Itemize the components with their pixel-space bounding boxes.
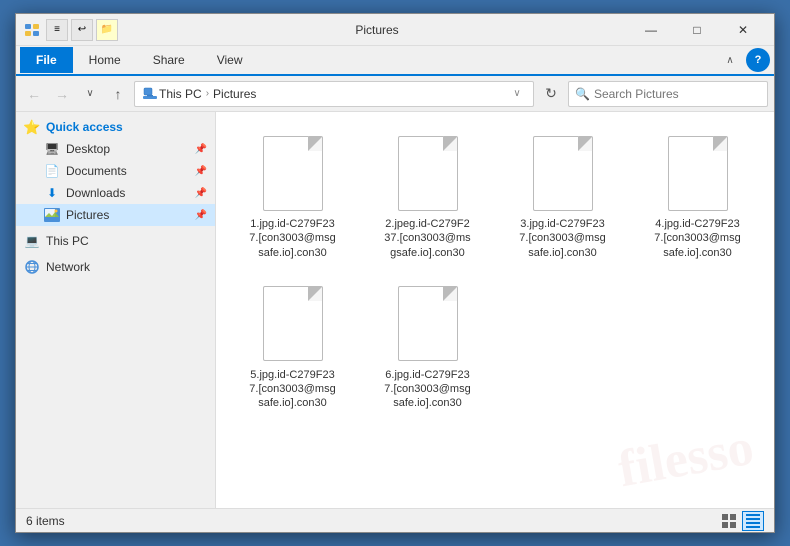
view-controls [718,511,764,531]
file-page-6 [398,286,458,361]
network-icon [24,259,40,275]
sidebar-item-pictures[interactable]: Pictures 📌 [16,204,215,226]
quick-access-tab[interactable]: ≡ [46,19,68,41]
sidebar-label-this-pc: This PC [46,234,89,248]
up-button[interactable]: ↑ [106,82,130,106]
sidebar-item-quick-access[interactable]: ⭐ Quick access [16,116,215,138]
window-title: Pictures [126,23,628,37]
sidebar-label-documents: Documents [66,164,127,178]
large-icons-view-icon [722,514,736,528]
window-icon [24,22,40,38]
sidebar-item-documents[interactable]: 📄 Documents 📌 [16,160,215,182]
sidebar: ⭐ Quick access 🖥 Desktop 📌 📄 Documents 📌… [16,112,216,508]
search-icon: 🔍 [575,87,590,101]
pictures-icon [44,207,60,223]
details-view-button[interactable] [742,511,764,531]
file-item[interactable]: 3.jpg.id-C279F237.[con3003@msgsafe.io].c… [500,126,625,267]
this-pc-icon [143,87,157,101]
sidebar-label-pictures: Pictures [66,208,109,222]
address-bar: ← → ∨ ↑ This PC › Pictures ∨ ↻ 🔍 [16,76,774,112]
title-bar: ≡ ↩ 📁 Pictures — □ ✕ [16,14,774,46]
this-pc-icon: 💻 [24,233,40,249]
search-box[interactable]: 🔍 [568,81,768,107]
dropdown-button[interactable]: ∨ [78,82,102,106]
ribbon-tabs: File Home Share View ∧ ? [16,46,774,76]
sidebar-label-desktop: Desktop [66,142,110,156]
quick-access-icon: ⭐ [24,119,40,135]
path-segment-thispc: This PC [143,87,202,101]
status-count: 6 items [26,514,65,528]
pin-icon-documents: 📌 [195,166,207,177]
file-label-2: 2.jpeg.id-C279F237.[con3003@msgsafe.io].… [384,217,470,260]
tab-share[interactable]: Share [137,47,201,73]
pin-icon-downloads: 📌 [195,188,207,199]
file-page-1 [263,136,323,211]
file-label-5: 5.jpg.id-C279F237.[con3003@msgsafe.io].c… [249,368,335,411]
close-button[interactable]: ✕ [720,14,766,46]
tab-home[interactable]: Home [73,47,137,73]
forward-button[interactable]: → [50,82,74,106]
downloads-icon: ⬇ [44,185,60,201]
pin-icon-desktop: 📌 [195,144,207,155]
file-item[interactable]: 2.jpeg.id-C279F237.[con3003@msgsafe.io].… [365,126,490,267]
help-button[interactable]: ? [746,48,770,72]
file-page-4 [668,136,728,211]
file-label-4: 4.jpg.id-C279F237.[con3003@msgsafe.io].c… [654,217,740,260]
sidebar-item-downloads[interactable]: ⬇ Downloads 📌 [16,182,215,204]
file-label-3: 3.jpg.id-C279F237.[con3003@msgsafe.io].c… [519,217,605,260]
path-segment-pictures: Pictures [213,87,256,101]
status-bar: 6 items [16,508,774,532]
file-item[interactable]: 1.jpg.id-C279F237.[con3003@msgsafe.io].c… [230,126,355,267]
back-button[interactable]: ← [22,82,46,106]
pin-icon-pictures: 📌 [195,210,207,221]
large-icons-view-button[interactable] [718,511,740,531]
desktop-icon: 🖥 [44,141,60,157]
documents-icon: 📄 [44,163,60,179]
tab-view[interactable]: View [201,47,259,73]
address-path[interactable]: This PC › Pictures ∨ [134,81,534,107]
sidebar-label-network: Network [46,260,90,274]
file-page-3 [533,136,593,211]
file-icon-3 [528,133,598,213]
file-icon-1 [258,133,328,213]
path-arrow-1: › [206,88,209,99]
sidebar-item-network[interactable]: Network [16,256,215,278]
file-item[interactable]: 6.jpg.id-C279F237.[con3003@msgsafe.io].c… [365,277,490,418]
tab-file[interactable]: File [20,47,73,73]
file-icon-6 [393,284,463,364]
sidebar-label-quick-access: Quick access [46,120,123,134]
sidebar-item-desktop[interactable]: 🖥 Desktop 📌 [16,138,215,160]
file-icon-5 [258,284,328,364]
redo-tab[interactable]: 📁 [96,19,118,41]
minimize-button[interactable]: — [628,14,674,46]
main-content: ⭐ Quick access 🖥 Desktop 📌 📄 Documents 📌… [16,112,774,508]
file-page-2 [398,136,458,211]
file-label-1: 1.jpg.id-C279F237.[con3003@msgsafe.io].c… [249,217,335,260]
path-dropdown-button[interactable]: ∨ [509,83,525,105]
ribbon-collapse-button[interactable]: ∧ [718,48,742,72]
file-item[interactable]: 4.jpg.id-C279F237.[con3003@msgsafe.io].c… [635,126,760,267]
file-icon-2 [393,133,463,213]
sidebar-label-downloads: Downloads [66,186,125,200]
search-input[interactable] [594,87,761,101]
maximize-button[interactable]: □ [674,14,720,46]
undo-tab[interactable]: ↩ [71,19,93,41]
file-item[interactable]: 5.jpg.id-C279F237.[con3003@msgsafe.io].c… [230,277,355,418]
file-label-6: 6.jpg.id-C279F237.[con3003@msgsafe.io].c… [384,368,470,411]
watermark: filesso [614,418,758,500]
file-area: filesso 1.jpg.id-C279F237.[con3003@msgsa… [216,112,774,508]
sidebar-item-this-pc[interactable]: 💻 This PC [16,230,215,252]
refresh-button[interactable]: ↻ [538,81,564,107]
file-page-5 [263,286,323,361]
file-icon-4 [663,133,733,213]
details-view-icon [746,514,760,528]
window-controls: — □ ✕ [628,14,766,46]
files-grid: 1.jpg.id-C279F237.[con3003@msgsafe.io].c… [226,122,764,422]
